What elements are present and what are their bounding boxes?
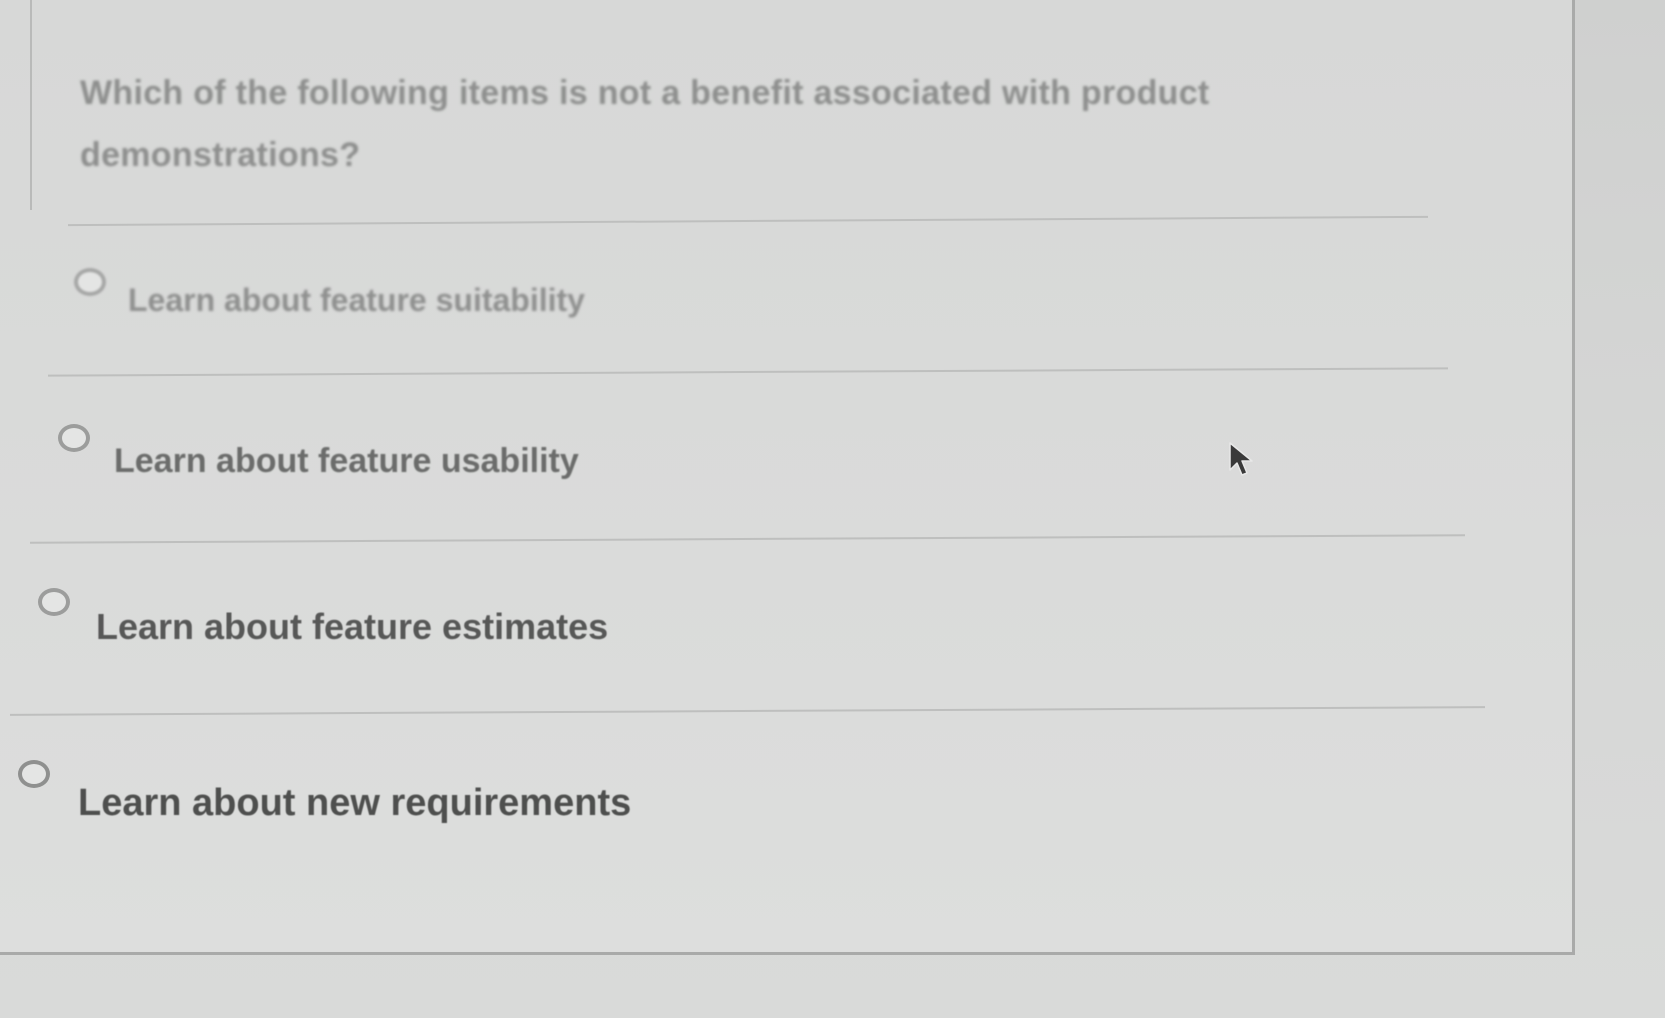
divider	[48, 367, 1448, 377]
answer-option-1[interactable]: Learn about feature suitability	[74, 268, 585, 319]
divider	[30, 534, 1465, 544]
radio-button-option-2[interactable]	[58, 424, 90, 452]
radio-button-option-4[interactable]	[18, 760, 50, 788]
question-text: Which of the following items is not a be…	[80, 74, 1210, 174]
answer-option-1-label: Learn about feature suitability	[128, 282, 585, 318]
divider	[68, 215, 1428, 227]
divider	[10, 706, 1485, 716]
screen: Which of the following items is not a be…	[0, 0, 1665, 1018]
quiz-card: Which of the following items is not a be…	[0, 0, 1575, 955]
radio-button-option-1[interactable]	[74, 268, 106, 296]
answer-option-4[interactable]: Learn about new requirements	[18, 760, 631, 825]
answer-option-4-label: Learn about new requirements	[78, 782, 632, 824]
mouse-pointer-arrow-icon	[1229, 442, 1253, 476]
card-edge	[30, 0, 32, 210]
answer-option-3[interactable]: Learn about feature estimates	[38, 588, 608, 648]
answer-option-2-label: Learn about feature usability	[114, 442, 579, 480]
radio-button-option-3[interactable]	[38, 588, 70, 616]
answer-option-2[interactable]: Learn about feature usability	[58, 424, 579, 481]
answer-option-3-label: Learn about feature estimates	[96, 606, 609, 647]
